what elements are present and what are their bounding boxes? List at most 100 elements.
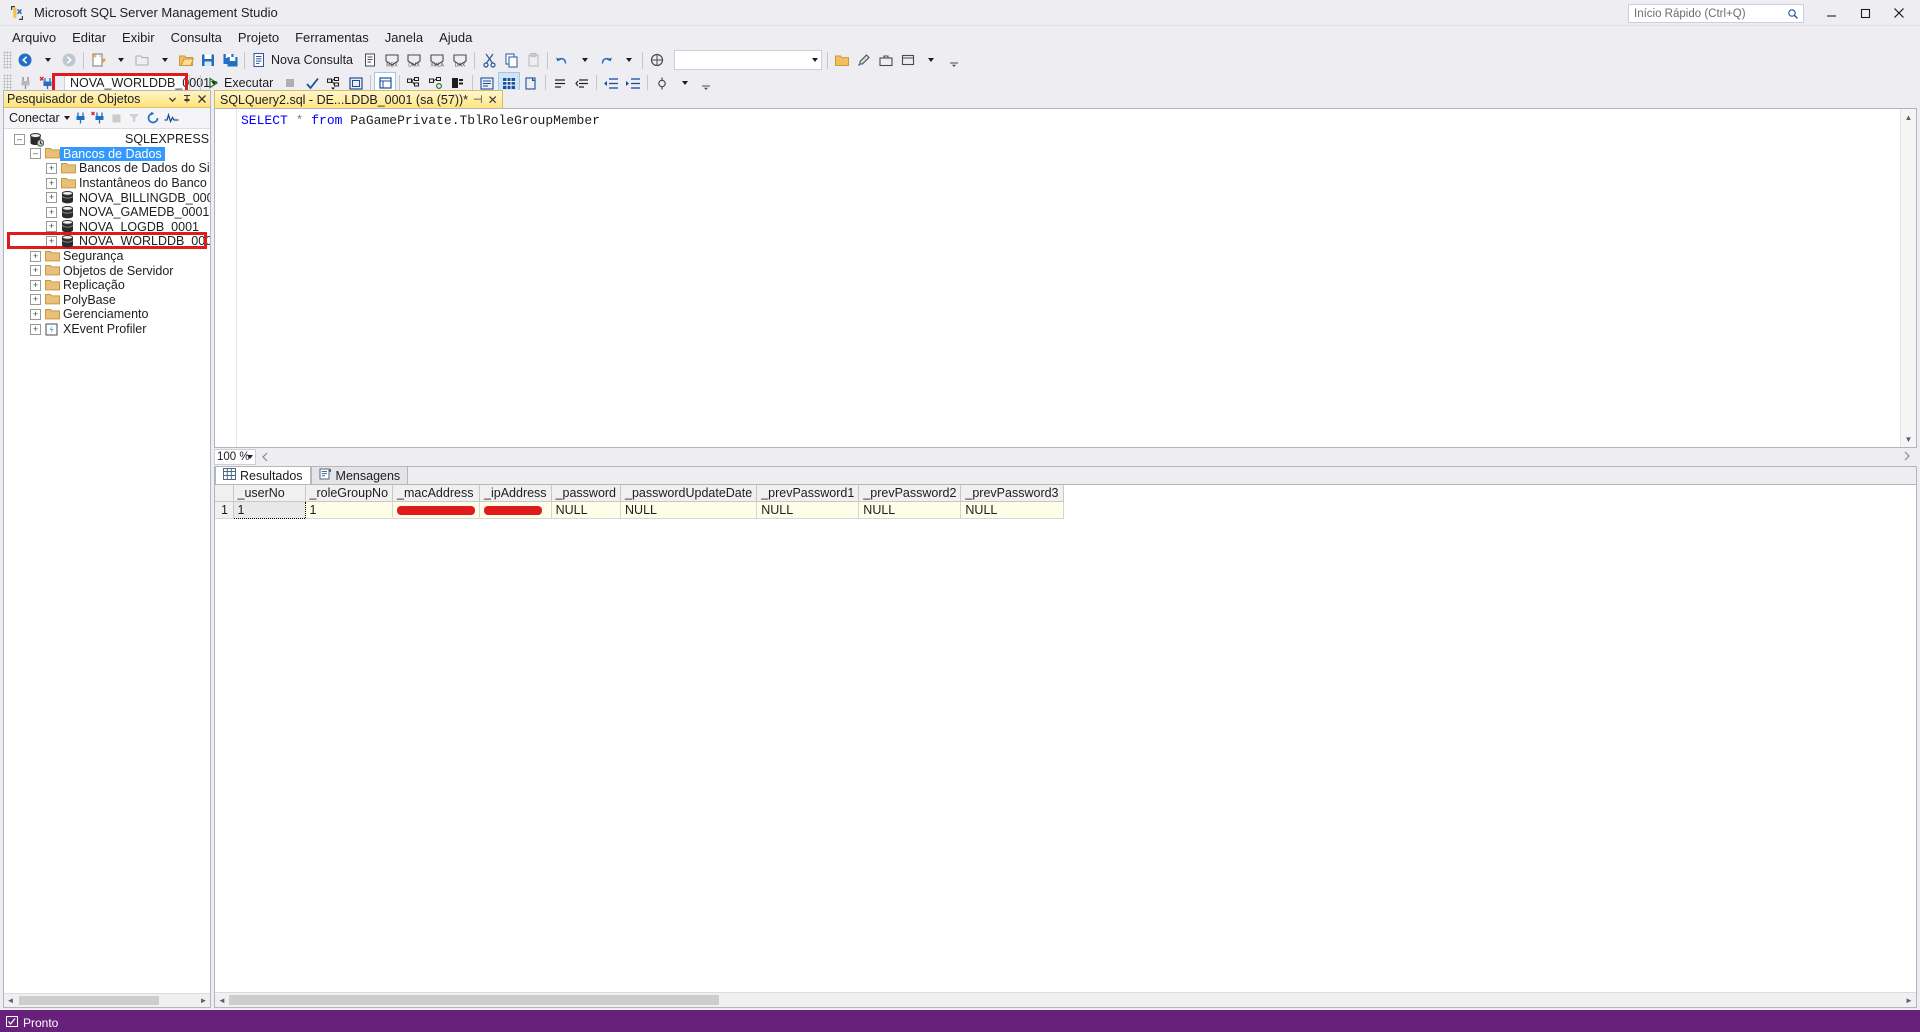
redo-dropdown[interactable] xyxy=(617,49,639,71)
connect-button[interactable]: Conectar xyxy=(4,111,73,125)
expand-expander-icon[interactable]: + xyxy=(30,265,41,277)
open-file-icon[interactable] xyxy=(131,49,153,71)
close-icon[interactable] xyxy=(1882,0,1916,26)
column-header-userNo[interactable]: _userNo xyxy=(233,485,306,502)
editor-text[interactable]: SELECT * from PaGamePrivate.TblRoleGroup… xyxy=(237,109,1900,447)
paste-icon[interactable] xyxy=(522,49,544,71)
column-header-prevPassword3[interactable]: _prevPassword3 xyxy=(960,485,1064,502)
scroll-thumb[interactable] xyxy=(229,995,719,1005)
tab-sqlquery2[interactable]: SQLQuery2.sql - DE...LDDB_0001 (sa (57))… xyxy=(214,90,503,108)
menu-projeto[interactable]: Projeto xyxy=(230,28,287,47)
database-combo[interactable]: NOVA_WORLDDB_0001 xyxy=(64,74,218,92)
copy-icon[interactable] xyxy=(500,49,522,71)
scroll-right-icon[interactable]: ► xyxy=(1902,996,1916,1005)
table-row[interactable]: 1 1 1 NULL NULL NULL NULL NULL xyxy=(215,501,1064,519)
scroll-thumb[interactable] xyxy=(19,996,159,1005)
pin-icon[interactable] xyxy=(180,92,194,107)
save-all-icon[interactable] xyxy=(219,49,241,71)
new-query-doc-dropdown[interactable] xyxy=(109,49,131,71)
column-header-macAddress[interactable]: _macAddress xyxy=(392,485,481,502)
new-mdx-query-icon[interactable]: MDX xyxy=(381,49,403,71)
expand-expander-icon[interactable]: + xyxy=(46,206,57,218)
row-number[interactable]: 1 xyxy=(215,501,234,519)
scroll-down-icon[interactable]: ▼ xyxy=(1901,431,1917,447)
scroll-track[interactable] xyxy=(229,994,1902,1006)
menu-ajuda[interactable]: Ajuda xyxy=(431,28,480,47)
menu-exibir[interactable]: Exibir xyxy=(114,28,163,47)
new-folder-icon[interactable] xyxy=(831,49,853,71)
cell-ipAddress[interactable] xyxy=(479,501,552,519)
expand-expander-icon[interactable]: + xyxy=(46,221,57,233)
undo-dropdown[interactable] xyxy=(573,49,595,71)
tab-mensagens[interactable]: Mensagens xyxy=(310,466,409,484)
activity-monitor-icon[interactable] xyxy=(163,111,181,126)
extra-tool-icon[interactable] xyxy=(646,49,668,71)
cell-roleGroupNo[interactable]: 1 xyxy=(305,501,394,519)
chevron-down-icon[interactable] xyxy=(247,455,253,459)
open-folder-icon[interactable] xyxy=(175,49,197,71)
search-icon[interactable] xyxy=(1782,8,1799,23)
cell-prevPassword1[interactable]: NULL xyxy=(756,501,860,519)
scroll-left-icon[interactable]: ◄ xyxy=(4,996,17,1005)
scroll-right-icon[interactable]: ► xyxy=(197,996,210,1005)
navigate-backward-icon[interactable] xyxy=(14,49,36,71)
tree-node-bancos-de-dados[interactable]: – Bancos de Dados xyxy=(4,146,210,162)
redo-icon[interactable] xyxy=(595,49,617,71)
stop-icon[interactable] xyxy=(109,111,125,126)
column-header-passwordUpdateDate[interactable]: _passwordUpdateDate xyxy=(620,485,758,502)
menu-ferramentas[interactable]: Ferramentas xyxy=(287,28,377,47)
cell-userNo[interactable]: 1 xyxy=(232,501,306,519)
minimize-icon[interactable] xyxy=(1814,0,1848,26)
pin-icon[interactable]: ⊣ xyxy=(473,93,483,106)
cell-prevPassword2[interactable]: NULL xyxy=(858,501,962,519)
new-xmla-query-icon[interactable]: XMLA xyxy=(425,49,449,71)
expand-expander-icon[interactable]: + xyxy=(30,308,41,320)
object-explorer-tree[interactable]: –SQLEXPRESS (SQL S–Bancos de Dados+Banco… xyxy=(4,129,210,993)
scroll-up-icon[interactable]: ▲ xyxy=(1901,109,1917,125)
column-header-roleGroupNo[interactable]: _roleGroupNo xyxy=(305,485,394,502)
expand-expander-icon[interactable]: + xyxy=(30,250,41,262)
tree-node-nova-billingdb-0001[interactable]: + NOVA_BILLINGDB_0001 xyxy=(4,190,210,205)
navigate-backward-dropdown[interactable] xyxy=(36,49,58,71)
tab-resultados[interactable]: Resultados xyxy=(215,466,311,484)
cell-macAddress[interactable] xyxy=(392,501,481,519)
collapse-expander-icon[interactable]: – xyxy=(14,133,25,145)
tree-node-nova-logdb-0001[interactable]: + NOVA_LOGDB_0001 xyxy=(4,220,210,235)
toolbar-combo-field[interactable] xyxy=(668,49,824,71)
expand-expander-icon[interactable]: + xyxy=(30,294,41,306)
filter-icon[interactable] xyxy=(126,111,143,126)
tree-node-gerenciamento[interactable]: + Gerenciamento xyxy=(4,307,210,322)
editor-vscrollbar[interactable]: ▲ ▼ xyxy=(1900,109,1916,447)
navigate-forward-icon[interactable] xyxy=(58,49,80,71)
results-hscrollbar[interactable]: ◄ ► xyxy=(215,992,1916,1007)
scroll-track[interactable] xyxy=(17,995,197,1006)
quick-launch-input[interactable]: Início Rápido (Ctrl+Q) xyxy=(1628,4,1804,23)
menu-arquivo[interactable]: Arquivo xyxy=(4,28,64,47)
new-dax-query-icon[interactable]: DAX xyxy=(449,49,471,71)
settings-icon[interactable] xyxy=(853,49,875,71)
toolbar-overflow-icon[interactable] xyxy=(943,49,965,71)
expand-expander-icon[interactable]: + xyxy=(46,162,57,174)
collapse-expander-icon[interactable]: – xyxy=(30,148,41,160)
expand-expander-icon[interactable]: + xyxy=(46,177,57,189)
maximize-icon[interactable] xyxy=(1848,0,1882,26)
cell-prevPassword3[interactable]: NULL xyxy=(960,501,1064,519)
save-icon[interactable] xyxy=(197,49,219,71)
tree-node-nova-gamedb-0001[interactable]: + NOVA_GAMEDB_0001 xyxy=(4,205,210,220)
cell-password[interactable]: NULL xyxy=(551,501,622,519)
object-explorer-hscrollbar[interactable]: ◄ ► xyxy=(4,993,210,1007)
expand-expander-icon[interactable]: + xyxy=(46,192,57,204)
disconnect-all-icon[interactable] xyxy=(90,111,108,126)
open-file-dropdown[interactable] xyxy=(153,49,175,71)
window-layout-icon[interactable] xyxy=(897,49,919,71)
new-query-doc-icon[interactable] xyxy=(87,49,109,71)
menu-consulta[interactable]: Consulta xyxy=(163,28,230,47)
tree-node-xevent-profiler[interactable]: + XEvent Profiler xyxy=(4,322,210,337)
window-layout-dropdown[interactable] xyxy=(919,49,941,71)
toolbox-icon[interactable] xyxy=(875,49,897,71)
undo-icon[interactable] xyxy=(551,49,573,71)
menu-editar[interactable]: Editar xyxy=(64,28,114,47)
new-query-db-icon[interactable] xyxy=(359,49,381,71)
sql-editor[interactable]: SELECT * from PaGamePrivate.TblRoleGroup… xyxy=(214,108,1917,448)
cut-icon[interactable] xyxy=(478,49,500,71)
